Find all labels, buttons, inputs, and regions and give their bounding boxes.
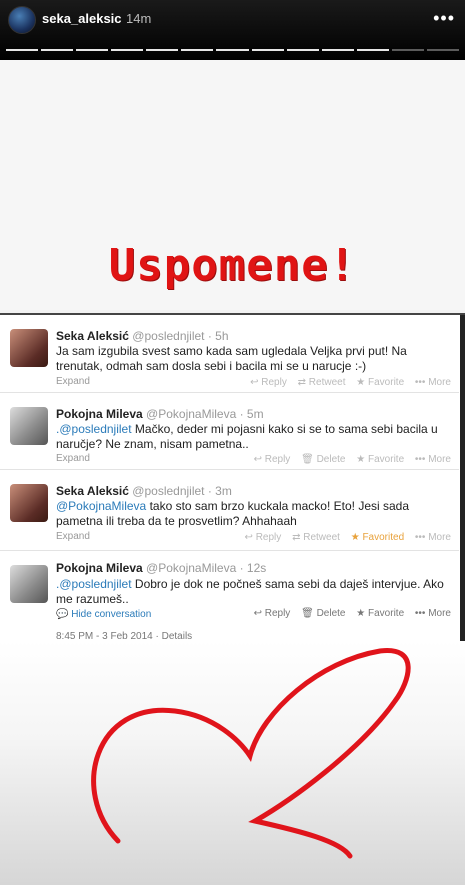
expand-link[interactable]: Expand [56,531,90,542]
progress-segment [391,49,424,51]
more-button[interactable]: ••• More [415,454,451,465]
tweet-actions: ↩ Reply ⇄ Retweet ★ Favorited ••• More [237,532,451,543]
tweet-actions: ↩ Reply 🗑 Delete ★ Favorite ••• More [246,608,451,619]
story-title: Uspomene! [108,240,357,291]
tweet-1: Seka Aleksić @poslednjilet · 5h Ja sam i… [0,315,459,393]
retweet-button[interactable]: ⇄ Retweet [292,532,340,543]
favorite-button[interactable]: ★ Favorite [356,377,404,388]
progress-segment [251,49,284,51]
favorited-button[interactable]: ★ Favorited [351,532,404,543]
username[interactable]: seka_aleksic [42,11,122,26]
progress-segment [286,49,319,51]
tweet-avatar [10,407,48,445]
tweet-text: Ja sam izgubila svest samo kada sam ugle… [56,344,407,373]
reply-button[interactable]: ↩ Reply [254,454,291,465]
story-progress-bar [6,49,460,51]
progress-segment [181,49,214,51]
progress-segment [76,49,109,51]
story-header: seka_aleksic 14m ••• [0,0,465,60]
speech-bubble-icon: 💬 [56,609,72,620]
tweet-avatar [10,329,48,367]
expand-link[interactable]: Expand [56,453,90,464]
reply-button[interactable]: ↩ Reply [250,377,287,388]
progress-segment [6,49,39,51]
reply-button[interactable]: ↩ Reply [245,532,282,543]
tweet-avatar [10,565,48,603]
tweet-author: Seka Aleksić @poslednjilet · 3m [56,484,232,498]
edge [460,315,465,642]
tweet-avatar [10,484,48,522]
more-button[interactable]: ••• More [415,608,451,619]
progress-segment [111,49,144,51]
heart-drawing [91,648,411,859]
progress-segment [216,49,249,51]
delete-button[interactable]: 🗑 Delete [301,608,345,619]
tweet-4: Pokojna Mileva @PokojnaMileva · 12s .@po… [0,551,459,642]
tweet-actions: ↩ Reply 🗑 Delete ★ Favorite ••• More [246,454,451,465]
mention-link[interactable]: .@poslednjilet [56,422,132,436]
story-time: 14m [126,11,152,26]
tweet-screenshot: Seka Aleksić @poslednjilet · 5h Ja sam i… [0,313,465,643]
more-dots-icon[interactable]: ••• [433,8,455,29]
favorite-button[interactable]: ★ Favorite [356,454,404,465]
tweet-3: Seka Aleksić @poslednjilet · 3m @Pokojna… [0,470,459,551]
favorite-button[interactable]: ★ Favorite [356,608,404,619]
delete-button[interactable]: 🗑 Delete [301,454,345,465]
progress-segment [146,49,179,51]
tweet-text: .@poslednjilet Mačko, deder mi pojasni k… [56,422,438,451]
avatar[interactable] [8,6,36,34]
heart-stroke [91,648,411,859]
more-button[interactable]: ••• More [415,377,451,388]
tweet-text: @PokojnaMileva tako sto sam brzo kuckala… [56,499,410,528]
progress-segment [426,49,460,51]
tweet-author: Pokojna Mileva @PokojnaMileva · 5m [56,407,264,421]
expand-link[interactable]: Expand [56,376,90,387]
tweet-2: Pokojna Mileva @PokojnaMileva · 5m .@pos… [0,393,459,470]
tweet-author: Pokojna Mileva @PokojnaMileva · 12s [56,561,267,575]
retweet-button[interactable]: ⇄ Retweet [298,377,346,388]
tweet-text: .@poslednjilet Dobro je dok ne počneš sa… [56,577,444,606]
mention-link[interactable]: .@poslednjilet [56,577,132,591]
mention-link[interactable]: @PokojnaMileva [56,499,146,513]
progress-segment [41,49,74,51]
more-button[interactable]: ••• More [415,532,451,543]
hide-conversation-link[interactable]: 💬 Hide conversation [56,609,151,620]
progress-segment [356,49,389,51]
tweet-author: Seka Aleksić @poslednjilet · 5h [56,329,229,343]
reply-button[interactable]: ↩ Reply [254,608,291,619]
tweet-actions: ↩ Reply ⇄ Retweet ★ Favorite ••• More [242,377,451,388]
progress-segment [321,49,354,51]
